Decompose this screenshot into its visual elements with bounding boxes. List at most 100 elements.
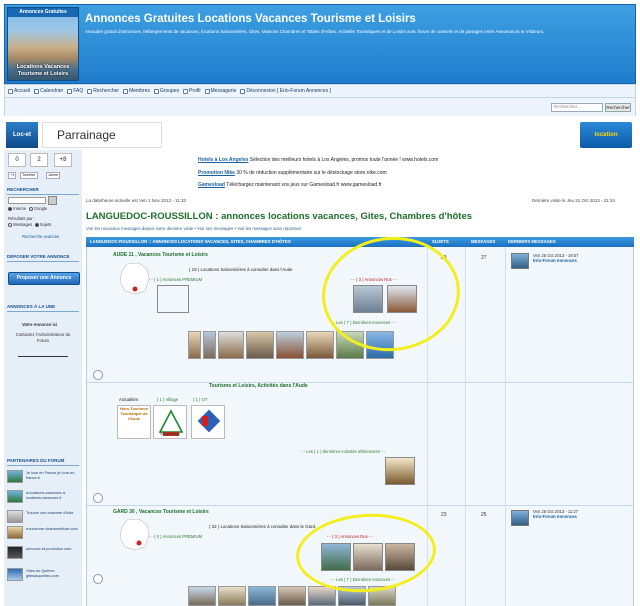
france-map-aude [117,261,153,297]
home-icon [8,88,13,94]
sidebar-search-button[interactable] [48,196,57,205]
thumb[interactable] [248,586,276,606]
deposer-heading: DÉPOSER VOTRE ANNONCE [7,254,70,259]
partner-label: Je loue en France je-loue-en-france.fr [26,471,76,480]
result-type-options: Messages Sujets [8,222,51,228]
divider [18,356,68,357]
partner-logo-right[interactable]: location [580,122,632,148]
nav-calendrier[interactable]: Calendrier [34,88,63,94]
view-links[interactable]: Voir les nouveaux messages depuis votre … [86,226,301,231]
badge-village[interactable]: Village Etape [153,405,187,439]
forum-status-icon [93,493,103,503]
share-count-3[interactable]: +8 [54,153,72,167]
locations-count[interactable]: ( 19 ) Locations Saisonnières à consulte… [189,267,293,272]
share-count-2[interactable]: 2 [30,153,48,167]
advanced-search-link[interactable]: Recherche avancée [22,234,59,240]
actualites-link[interactable]: Actualités [119,397,138,402]
ad-text: 30 % de réduction supplémentaire sur le … [236,170,387,176]
premium-link[interactable]: - - ( 0 ) Annonces PREMIUM [149,534,202,539]
last-post-avatar[interactable] [511,253,529,269]
last-post: Ven 25 Oct 2013 - 19:57 Erio-Forum Annon… [533,253,578,263]
partner-item[interactable]: a-locations-vacances a-locations-vacance… [7,490,79,504]
last-post-author[interactable]: Erio-Forum Annonces [533,514,577,519]
logo-caption: Locations Vacances Tourisme et Loisirs [8,64,78,78]
share-count-1[interactable]: 0 [8,153,26,167]
nav-profil[interactable]: Profil [183,88,201,94]
partner-item[interactable]: Trouver une chambre d'hôte [7,510,79,524]
partner-item[interactable]: Je loue en France je-loue-en-france.fr [7,470,79,484]
forum-title-activites[interactable]: Tourisme et Loisirs, Activités dans l'Au… [209,383,308,389]
une-title: Votre Annonce ici [22,322,58,327]
nav-faq[interactable]: FAQ [67,88,83,94]
thumb[interactable] [188,331,201,359]
nav-rechercher[interactable]: Rechercher [87,88,119,94]
thumb[interactable] [218,331,244,359]
row-separator [87,382,633,383]
search-input[interactable]: Rechercher... [551,103,603,112]
divider [465,247,466,606]
locations-count[interactable]: ( 32 ) Locations Saisonnières à consulte… [209,524,316,529]
badge-tourisme[interactable]: Hors Tourisme Touristique de l'Aude [117,405,151,439]
ot-link[interactable]: ( 1 ) OT [193,397,207,402]
divider [7,465,79,466]
forum-status-icon [93,370,103,380]
activites-link[interactable]: - - Les ( 1 ) dernières Activités référe… [301,449,385,454]
partner-label: a-locations-vacances a-locations-vacance… [26,491,67,500]
nav-deconnexion[interactable]: Déconnexion [ Erio-Forum Annonces ] [240,88,331,94]
site-logo[interactable]: Annonces Gratuites Locations Vacances To… [7,7,79,81]
like-button[interactable]: Jaime [46,172,61,179]
ad-line[interactable]: Promotion Nike 30 % de réduction supplém… [198,170,387,176]
site-title[interactable]: Annonces Gratuites Locations Vacances To… [85,13,416,25]
ad-line[interactable]: Hotels à Los Angeles Sélection des meill… [198,157,438,163]
thumb[interactable] [306,331,334,359]
nav-label: Messagerie [210,88,237,94]
col-last: DERNIERS MESSAGES [508,239,556,244]
radio-sujets[interactable] [34,222,39,227]
breadcrumb[interactable]: LANGUEDOC-ROUSSILLON :: ANNONCES LOCATIO… [90,237,291,247]
partner-item[interactable]: trouverune chambredhote.com [7,526,79,540]
premium-link[interactable]: - - ( 1 ) Annonces PREMIUM [149,277,202,282]
last-post-author[interactable]: Erio-Forum Annonces [533,258,577,263]
gplus-button[interactable]: +1 [8,172,17,179]
ad-line[interactable]: Gamesload Téléchargez maintenant vos jeu… [198,182,382,188]
page-title[interactable]: LANGUEDOC-ROUSSILLON : annonces location… [86,211,472,222]
partner-label: trouverune chambredhote.com [26,527,78,531]
sidebar-search-input[interactable] [8,197,46,204]
thumb[interactable] [246,331,274,359]
nav-groupes[interactable]: Groupes [153,88,179,94]
nav-label: Accueil [14,88,31,94]
thumb[interactable] [203,331,216,359]
thumb[interactable] [188,586,216,606]
une-text[interactable]: Contactez l'Administrateur du Forum [10,332,76,344]
activity-photo[interactable] [385,457,415,485]
tweet-button[interactable]: Tweeter [20,172,38,179]
nav-membres[interactable]: Membres [123,88,150,94]
village-link[interactable]: ( 1 ) Village [157,397,178,402]
partner-logo [7,470,23,483]
logo-tag: Annonces Gratuites [8,8,78,17]
forum-title-aude[interactable]: AUDE 11 , Vacances Tourisme et Loisirs [113,252,208,258]
topics-count: 23 [441,512,447,518]
nav-label: Profil [189,88,201,94]
radio-messages[interactable] [8,222,12,227]
ad-title[interactable]: Gamesload [198,182,225,188]
premium-photo[interactable] [157,285,189,313]
thumb[interactable] [276,331,304,359]
forum-title-gard[interactable]: GARD 30 , Vacances Tourisme et Loisirs [113,509,209,515]
propose-ad-button[interactable]: Proposer une Annonce [8,272,80,285]
last-post-avatar[interactable] [511,510,529,526]
radio-label: Google [33,206,48,211]
partner-item[interactable]: annonce-et-promotion.com [7,546,79,560]
radio-interne[interactable] [8,206,12,211]
badge-ot[interactable] [191,405,225,439]
thumb[interactable] [278,586,306,606]
ad-title[interactable]: Promotion Nike [198,170,235,176]
ad-title[interactable]: Hotels à Los Angeles [198,157,248,163]
partner-item[interactable]: Gites du Québec gitesduquebec.com [7,568,79,582]
nav-messagerie[interactable]: Messagerie [204,88,237,94]
nav-accueil[interactable]: Accueil [8,88,30,94]
thumb[interactable] [218,586,246,606]
search-button[interactable]: Rechercher [605,103,631,112]
partner-logo-left[interactable]: Loc-et [6,122,38,148]
radio-google[interactable] [28,206,33,211]
